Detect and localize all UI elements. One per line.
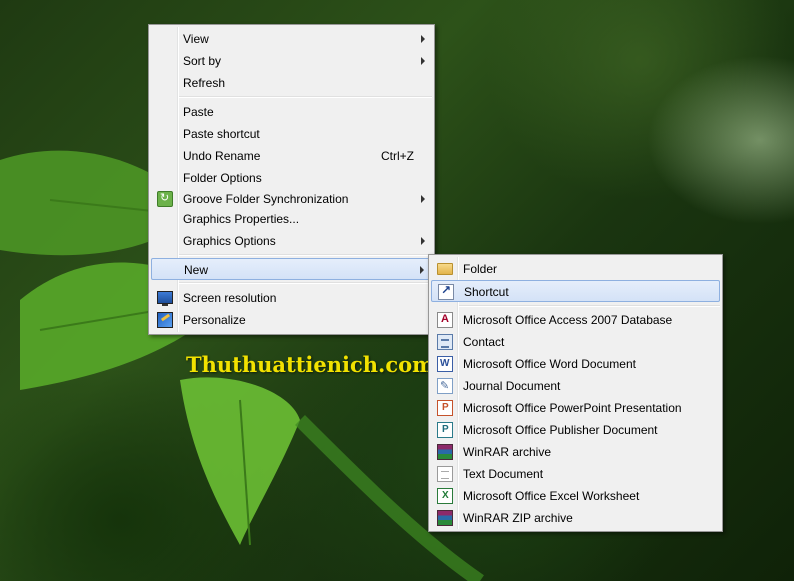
menu-item-label: View	[183, 32, 209, 46]
menu-item-sort-by[interactable]: Sort by	[151, 50, 432, 72]
menu-item-label: Groove Folder Synchronization	[183, 192, 349, 206]
shortcut-icon	[438, 283, 454, 300]
powerpoint-icon	[437, 400, 453, 416]
winrar-icon	[437, 444, 453, 460]
new-item-powerpoint[interactable]: Microsoft Office PowerPoint Presentation	[431, 397, 720, 419]
new-item-winrar-zip[interactable]: WinRAR ZIP archive	[431, 507, 720, 529]
new-item-contact[interactable]: Contact	[431, 331, 720, 353]
submenu-item-label: Folder	[463, 262, 498, 276]
menu-item-label: Graphics Properties...	[183, 212, 300, 226]
submenu-item-label: Microsoft Office Publisher Document	[463, 423, 658, 437]
submenu-item-label: Microsoft Office Excel Worksheet	[463, 489, 640, 503]
new-item-access-database[interactable]: Microsoft Office Access 2007 Database	[431, 309, 720, 331]
menu-item-label: Undo Rename	[183, 149, 261, 163]
contact-icon	[437, 334, 453, 350]
menu-item-label: Folder Options	[183, 171, 262, 185]
submenu-arrow-icon	[421, 237, 425, 245]
menu-item-label: New	[184, 263, 209, 277]
menu-item-graphics-properties[interactable]: Graphics Properties...	[151, 208, 432, 230]
submenu-item-label: Text Document	[463, 467, 544, 481]
menu-item-folder-options[interactable]: Folder Options	[151, 167, 432, 189]
new-item-text-document[interactable]: Text Document	[431, 463, 720, 485]
menu-item-personalize[interactable]: Personalize	[151, 309, 432, 331]
menu-item-view[interactable]: View	[151, 28, 432, 50]
new-item-folder[interactable]: Folder	[431, 258, 720, 280]
submenu-arrow-icon	[420, 266, 424, 274]
personalize-icon	[157, 312, 173, 328]
folder-icon	[437, 263, 453, 275]
menu-separator	[179, 254, 432, 256]
menu-item-label: Graphics Options	[183, 234, 276, 248]
new-item-excel-worksheet[interactable]: Microsoft Office Excel Worksheet	[431, 485, 720, 507]
submenu-item-label: Microsoft Office Word Document	[463, 357, 636, 371]
publisher-icon	[437, 422, 453, 438]
site-watermark: Thuthuattienich.com	[186, 352, 435, 377]
menu-item-label: Personalize	[183, 313, 246, 327]
groove-sync-icon	[157, 191, 173, 207]
desktop-context-menu: View Sort by Refresh Paste Paste shortcu…	[148, 24, 435, 335]
menu-item-graphics-options[interactable]: Graphics Options	[151, 230, 432, 252]
menu-item-screen-resolution[interactable]: Screen resolution	[151, 287, 432, 309]
monitor-icon	[157, 291, 173, 306]
menu-item-paste[interactable]: Paste	[151, 101, 432, 123]
menu-item-groove-sync[interactable]: Groove Folder Synchronization	[151, 188, 432, 210]
submenu-item-label: WinRAR ZIP archive	[463, 511, 573, 525]
menu-item-paste-shortcut[interactable]: Paste shortcut	[151, 123, 432, 145]
submenu-item-label: Journal Document	[463, 379, 561, 393]
submenu-item-label: Microsoft Office PowerPoint Presentation	[463, 401, 682, 415]
access-icon	[437, 312, 453, 328]
excel-icon	[437, 488, 453, 504]
submenu-arrow-icon	[421, 195, 425, 203]
menu-item-refresh[interactable]: Refresh	[151, 72, 432, 94]
new-item-journal-document[interactable]: Journal Document	[431, 375, 720, 397]
submenu-item-label: WinRAR archive	[463, 445, 552, 459]
submenu-item-label: Microsoft Office Access 2007 Database	[463, 313, 673, 327]
new-item-word-document[interactable]: Microsoft Office Word Document	[431, 353, 720, 375]
submenu-arrow-icon	[421, 57, 425, 65]
new-item-publisher[interactable]: Microsoft Office Publisher Document	[431, 419, 720, 441]
word-icon	[437, 356, 453, 372]
menu-item-label: Paste	[183, 105, 214, 119]
menu-item-undo-rename[interactable]: Undo Rename Ctrl+Z	[151, 145, 432, 167]
text-document-icon	[437, 466, 453, 482]
submenu-item-label: Contact	[463, 335, 505, 349]
menu-separator	[459, 305, 720, 307]
new-submenu: Folder Shortcut Microsoft Office Access …	[428, 254, 723, 532]
winrar-zip-icon	[437, 510, 453, 526]
menu-separator	[179, 282, 432, 284]
menu-item-new[interactable]: New	[151, 258, 432, 280]
menu-item-label: Screen resolution	[183, 291, 277, 305]
journal-icon	[437, 378, 453, 394]
menu-item-label: Refresh	[183, 76, 226, 90]
new-item-winrar-archive[interactable]: WinRAR archive	[431, 441, 720, 463]
menu-separator	[179, 96, 432, 98]
menu-item-label: Paste shortcut	[183, 127, 260, 141]
submenu-item-label: Shortcut	[464, 285, 509, 299]
keyboard-shortcut: Ctrl+Z	[381, 149, 414, 163]
new-item-shortcut[interactable]: Shortcut	[431, 280, 720, 302]
submenu-arrow-icon	[421, 35, 425, 43]
menu-item-label: Sort by	[183, 54, 222, 68]
